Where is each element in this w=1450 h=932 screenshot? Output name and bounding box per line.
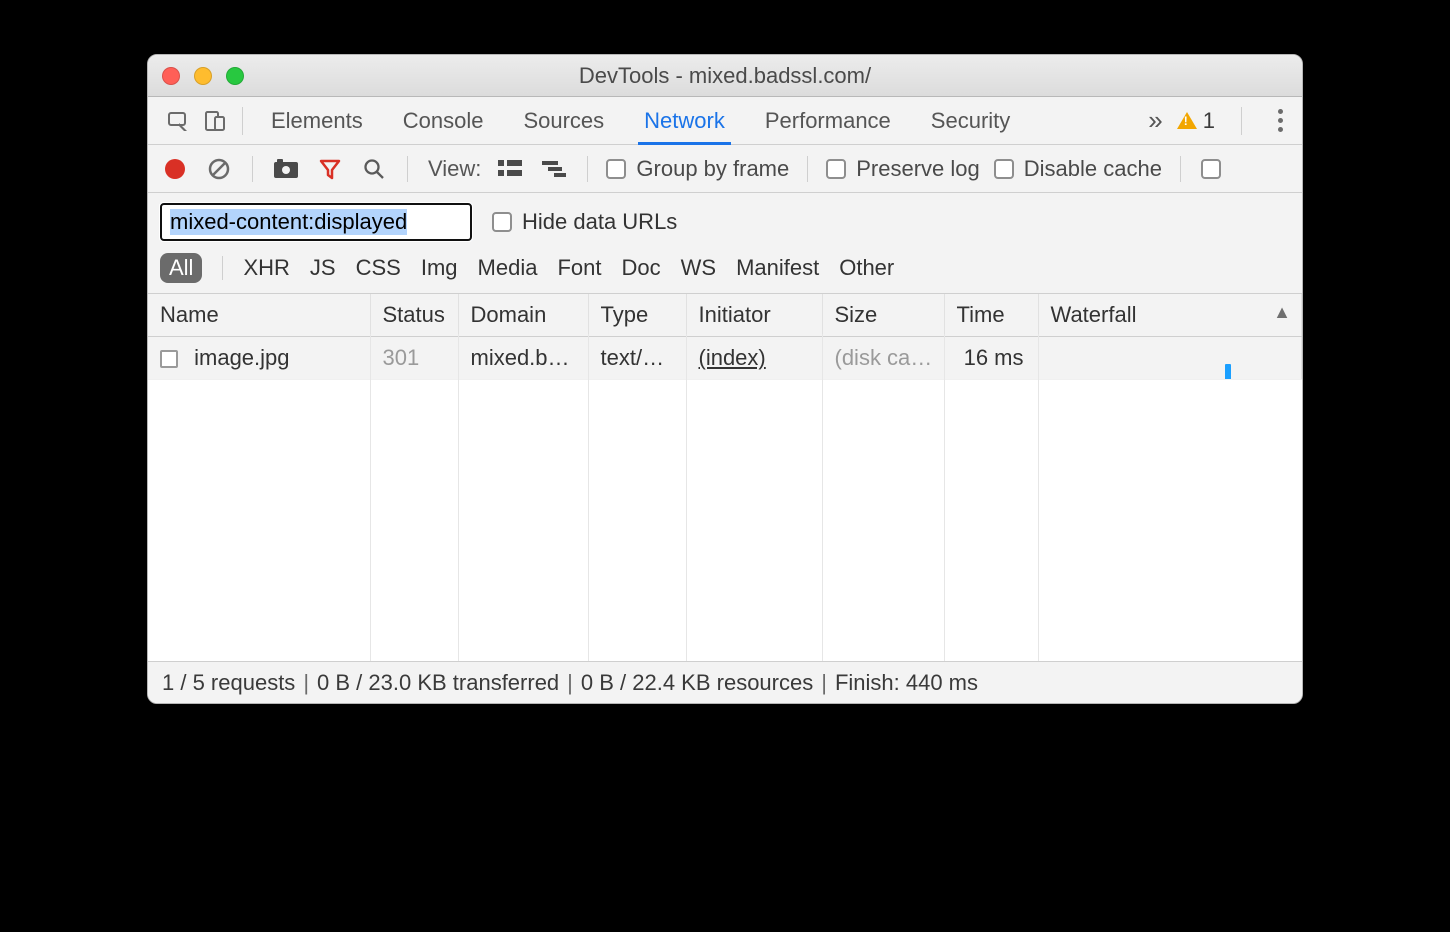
record-button[interactable] bbox=[160, 154, 190, 184]
hide-data-urls-checkbox[interactable] bbox=[492, 212, 512, 232]
type-filter-font[interactable]: Font bbox=[557, 255, 601, 281]
separator bbox=[1180, 156, 1181, 182]
window-minimize-button[interactable] bbox=[194, 67, 212, 85]
type-filter-xhr[interactable]: XHR bbox=[243, 255, 289, 281]
tab-elements[interactable]: Elements bbox=[269, 98, 365, 144]
table-header-row: Name Status Domain Type Initiator Size T… bbox=[148, 294, 1302, 337]
separator bbox=[1241, 107, 1242, 135]
cell-waterfall bbox=[1038, 337, 1302, 380]
separator bbox=[242, 107, 243, 135]
tab-sources[interactable]: Sources bbox=[521, 98, 606, 144]
separator bbox=[407, 156, 408, 182]
window-zoom-button[interactable] bbox=[226, 67, 244, 85]
waterfall-view-icon[interactable] bbox=[539, 154, 569, 184]
type-filter-media[interactable]: Media bbox=[478, 255, 538, 281]
filter-input[interactable] bbox=[160, 203, 472, 241]
cell-size: (disk ca… bbox=[822, 337, 944, 380]
preserve-log-label: Preserve log bbox=[856, 156, 980, 182]
col-header-initiator[interactable]: Initiator bbox=[686, 294, 822, 337]
offline-checkbox[interactable] bbox=[1201, 159, 1221, 179]
type-filter-js[interactable]: JS bbox=[310, 255, 336, 281]
cell-initiator[interactable]: (index) bbox=[686, 337, 822, 380]
status-resources: 0 B / 22.4 KB resources bbox=[581, 670, 813, 696]
window-title: DevTools - mixed.badssl.com/ bbox=[148, 63, 1302, 89]
group-by-frame-option[interactable]: Group by frame bbox=[606, 156, 789, 182]
traffic-lights bbox=[162, 67, 244, 85]
type-filter-img[interactable]: Img bbox=[421, 255, 458, 281]
network-toolbar: View: Group by frame Preserve log Disabl… bbox=[148, 145, 1302, 193]
separator bbox=[222, 256, 223, 280]
warning-icon bbox=[1177, 112, 1197, 129]
grid-lines bbox=[148, 334, 1302, 661]
type-filter-ws[interactable]: WS bbox=[681, 255, 716, 281]
tab-security[interactable]: Security bbox=[929, 98, 1012, 144]
preserve-log-checkbox[interactable] bbox=[826, 159, 846, 179]
separator bbox=[807, 156, 808, 182]
clear-button[interactable] bbox=[204, 154, 234, 184]
cell-status: 301 bbox=[370, 337, 458, 380]
inspect-element-icon[interactable] bbox=[162, 104, 196, 138]
group-by-frame-checkbox[interactable] bbox=[606, 159, 626, 179]
disable-cache-checkbox[interactable] bbox=[994, 159, 1014, 179]
tab-console[interactable]: Console bbox=[401, 98, 486, 144]
cell-name[interactable]: image.jpg bbox=[148, 337, 370, 380]
col-header-waterfall-label: Waterfall bbox=[1051, 302, 1137, 327]
requests-table: Name Status Domain Type Initiator Size T… bbox=[148, 294, 1302, 661]
status-bar: 1 / 5 requests | 0 B / 23.0 KB transferr… bbox=[148, 661, 1302, 703]
warnings-count: 1 bbox=[1203, 108, 1215, 134]
status-finish: Finish: 440 ms bbox=[835, 670, 978, 696]
more-tabs-button[interactable]: » bbox=[1148, 105, 1158, 136]
col-header-waterfall[interactable]: Waterfall ▲ bbox=[1038, 294, 1302, 337]
large-rows-icon[interactable] bbox=[495, 154, 525, 184]
disable-cache-option[interactable]: Disable cache bbox=[994, 156, 1162, 182]
cell-domain: mixed.b… bbox=[458, 337, 588, 380]
settings-menu-button[interactable] bbox=[1268, 109, 1292, 132]
col-header-time[interactable]: Time bbox=[944, 294, 1038, 337]
screenshots-icon[interactable] bbox=[271, 154, 301, 184]
col-header-status[interactable]: Status bbox=[370, 294, 458, 337]
group-by-frame-label: Group by frame bbox=[636, 156, 789, 182]
panel-tabstrip: Elements Console Sources Network Perform… bbox=[148, 97, 1302, 145]
type-filter-manifest[interactable]: Manifest bbox=[736, 255, 819, 281]
col-header-name[interactable]: Name bbox=[148, 294, 370, 337]
col-header-type[interactable]: Type bbox=[588, 294, 686, 337]
warnings-badge[interactable]: 1 bbox=[1177, 108, 1215, 134]
type-filter-doc[interactable]: Doc bbox=[621, 255, 660, 281]
separator bbox=[587, 156, 588, 182]
view-label: View: bbox=[428, 156, 481, 182]
initiator-link[interactable]: (index) bbox=[699, 345, 766, 370]
col-header-size[interactable]: Size bbox=[822, 294, 944, 337]
row-checkbox[interactable] bbox=[160, 350, 178, 368]
status-transferred: 0 B / 23.0 KB transferred bbox=[317, 670, 559, 696]
cell-time: 16 ms bbox=[944, 337, 1038, 380]
filter-row: Hide data URLs bbox=[148, 193, 1302, 247]
request-name: image.jpg bbox=[194, 345, 289, 370]
window-close-button[interactable] bbox=[162, 67, 180, 85]
cell-type: text/h… bbox=[588, 337, 686, 380]
hide-data-urls-label: Hide data URLs bbox=[522, 209, 677, 235]
tab-network[interactable]: Network bbox=[642, 98, 727, 144]
type-filter-css[interactable]: CSS bbox=[356, 255, 401, 281]
search-icon[interactable] bbox=[359, 154, 389, 184]
table-row[interactable]: image.jpg 301 mixed.b… text/h… (index) (… bbox=[148, 337, 1302, 380]
separator bbox=[252, 156, 253, 182]
preserve-log-option[interactable]: Preserve log bbox=[826, 156, 980, 182]
status-requests: 1 / 5 requests bbox=[162, 670, 295, 696]
filter-icon[interactable] bbox=[315, 154, 345, 184]
type-filter-other[interactable]: Other bbox=[839, 255, 894, 281]
devtools-window: DevTools - mixed.badssl.com/ Elements Co… bbox=[147, 54, 1303, 704]
waterfall-bar bbox=[1225, 364, 1231, 380]
disable-cache-label: Disable cache bbox=[1024, 156, 1162, 182]
type-filter-row: All XHR JS CSS Img Media Font Doc WS Man… bbox=[148, 247, 1302, 294]
hide-data-urls-option[interactable]: Hide data URLs bbox=[492, 209, 677, 235]
col-header-domain[interactable]: Domain bbox=[458, 294, 588, 337]
device-toolbar-icon[interactable] bbox=[198, 104, 232, 138]
sort-asc-icon: ▲ bbox=[1273, 302, 1291, 323]
type-filter-all[interactable]: All bbox=[160, 253, 202, 283]
panel-tabs: Elements Console Sources Network Perform… bbox=[269, 98, 1012, 144]
titlebar: DevTools - mixed.badssl.com/ bbox=[148, 55, 1302, 97]
tab-performance[interactable]: Performance bbox=[763, 98, 893, 144]
